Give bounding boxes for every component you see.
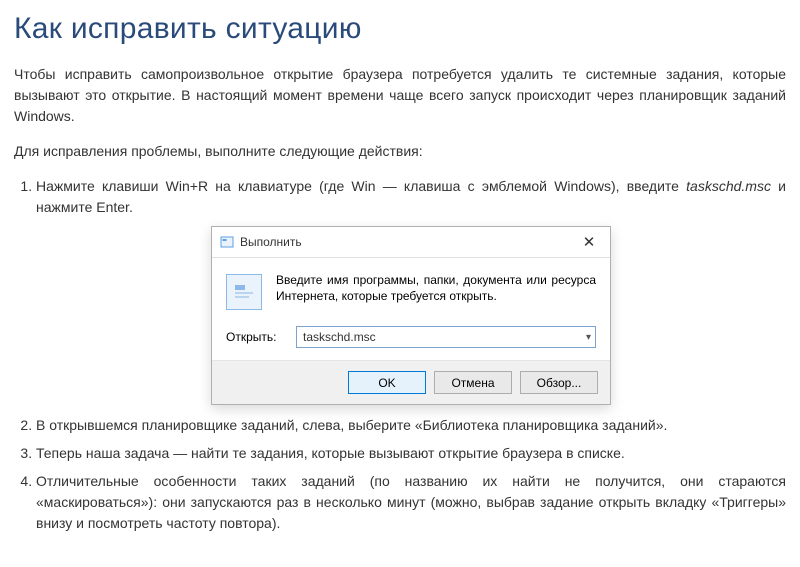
steps-list: Нажмите клавиши Win+R на клавиатуре (где… bbox=[14, 176, 786, 534]
run-command-input[interactable]: taskschd.msc ▾ bbox=[296, 326, 596, 348]
step-1: Нажмите клавиши Win+R на клавиатуре (где… bbox=[36, 176, 786, 405]
run-icon bbox=[220, 235, 234, 249]
cancel-button[interactable]: Отмена bbox=[434, 371, 512, 394]
browse-button[interactable]: Обзор... bbox=[520, 371, 598, 394]
run-title: Выполнить bbox=[240, 233, 302, 251]
chevron-down-icon[interactable]: ▾ bbox=[586, 330, 591, 345]
step-2: В открывшемся планировщике заданий, слев… bbox=[36, 415, 786, 436]
run-command-value: taskschd.msc bbox=[303, 328, 376, 346]
page-title: Как исправить ситуацию bbox=[14, 12, 786, 46]
intro-paragraph: Чтобы исправить самопроизвольное открыти… bbox=[14, 64, 786, 127]
run-app-icon bbox=[226, 274, 262, 310]
step-1-command: taskschd.msc bbox=[686, 178, 771, 194]
run-open-label: Открыть: bbox=[226, 328, 286, 346]
run-instruction: Введите имя программы, папки, документа … bbox=[276, 272, 596, 304]
step-1-text-a: Нажмите клавиши Win+R на клавиатуре (где… bbox=[36, 178, 686, 194]
run-titlebar: Выполнить ✕ bbox=[212, 227, 610, 258]
close-icon[interactable]: ✕ bbox=[576, 235, 602, 250]
ok-button[interactable]: OK bbox=[348, 371, 426, 394]
step-3: Теперь наша задача — найти те задания, к… bbox=[36, 443, 786, 464]
run-dialog: Выполнить ✕ Введите имя программы, папки… bbox=[211, 226, 611, 405]
step-4: Отличительные особенности таких заданий … bbox=[36, 471, 786, 534]
run-button-row: OK Отмена Обзор... bbox=[212, 360, 610, 404]
lead-paragraph: Для исправления проблемы, выполните след… bbox=[14, 141, 786, 162]
